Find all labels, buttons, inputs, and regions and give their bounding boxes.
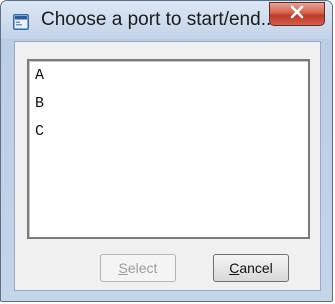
ports-listbox[interactable]: A B C — [27, 59, 310, 239]
window-title: Choose a port to start/end... — [41, 9, 277, 30]
cancel-button[interactable]: Cancel — [213, 254, 289, 282]
list-item-b[interactable]: B — [35, 95, 44, 112]
select-button-label: elect — [127, 260, 158, 276]
select-button[interactable]: Select — [100, 254, 176, 282]
title-bar[interactable]: Choose a port to start/end... — [1, 1, 332, 39]
close-x-icon — [289, 5, 305, 24]
cancel-button-label: ancel — [239, 260, 273, 276]
list-item-c[interactable]: C — [35, 123, 44, 140]
cancel-button-mnemonic: C — [229, 260, 240, 276]
select-button-mnemonic: S — [118, 260, 128, 276]
dialog-window: Choose a port to start/end... A B C Sele… — [0, 0, 333, 302]
app-window-icon — [13, 14, 29, 30]
dialog-client-area: A B C Select Cancel — [14, 41, 321, 291]
close-button[interactable] — [269, 2, 325, 26]
list-item-a[interactable]: A — [35, 67, 44, 84]
